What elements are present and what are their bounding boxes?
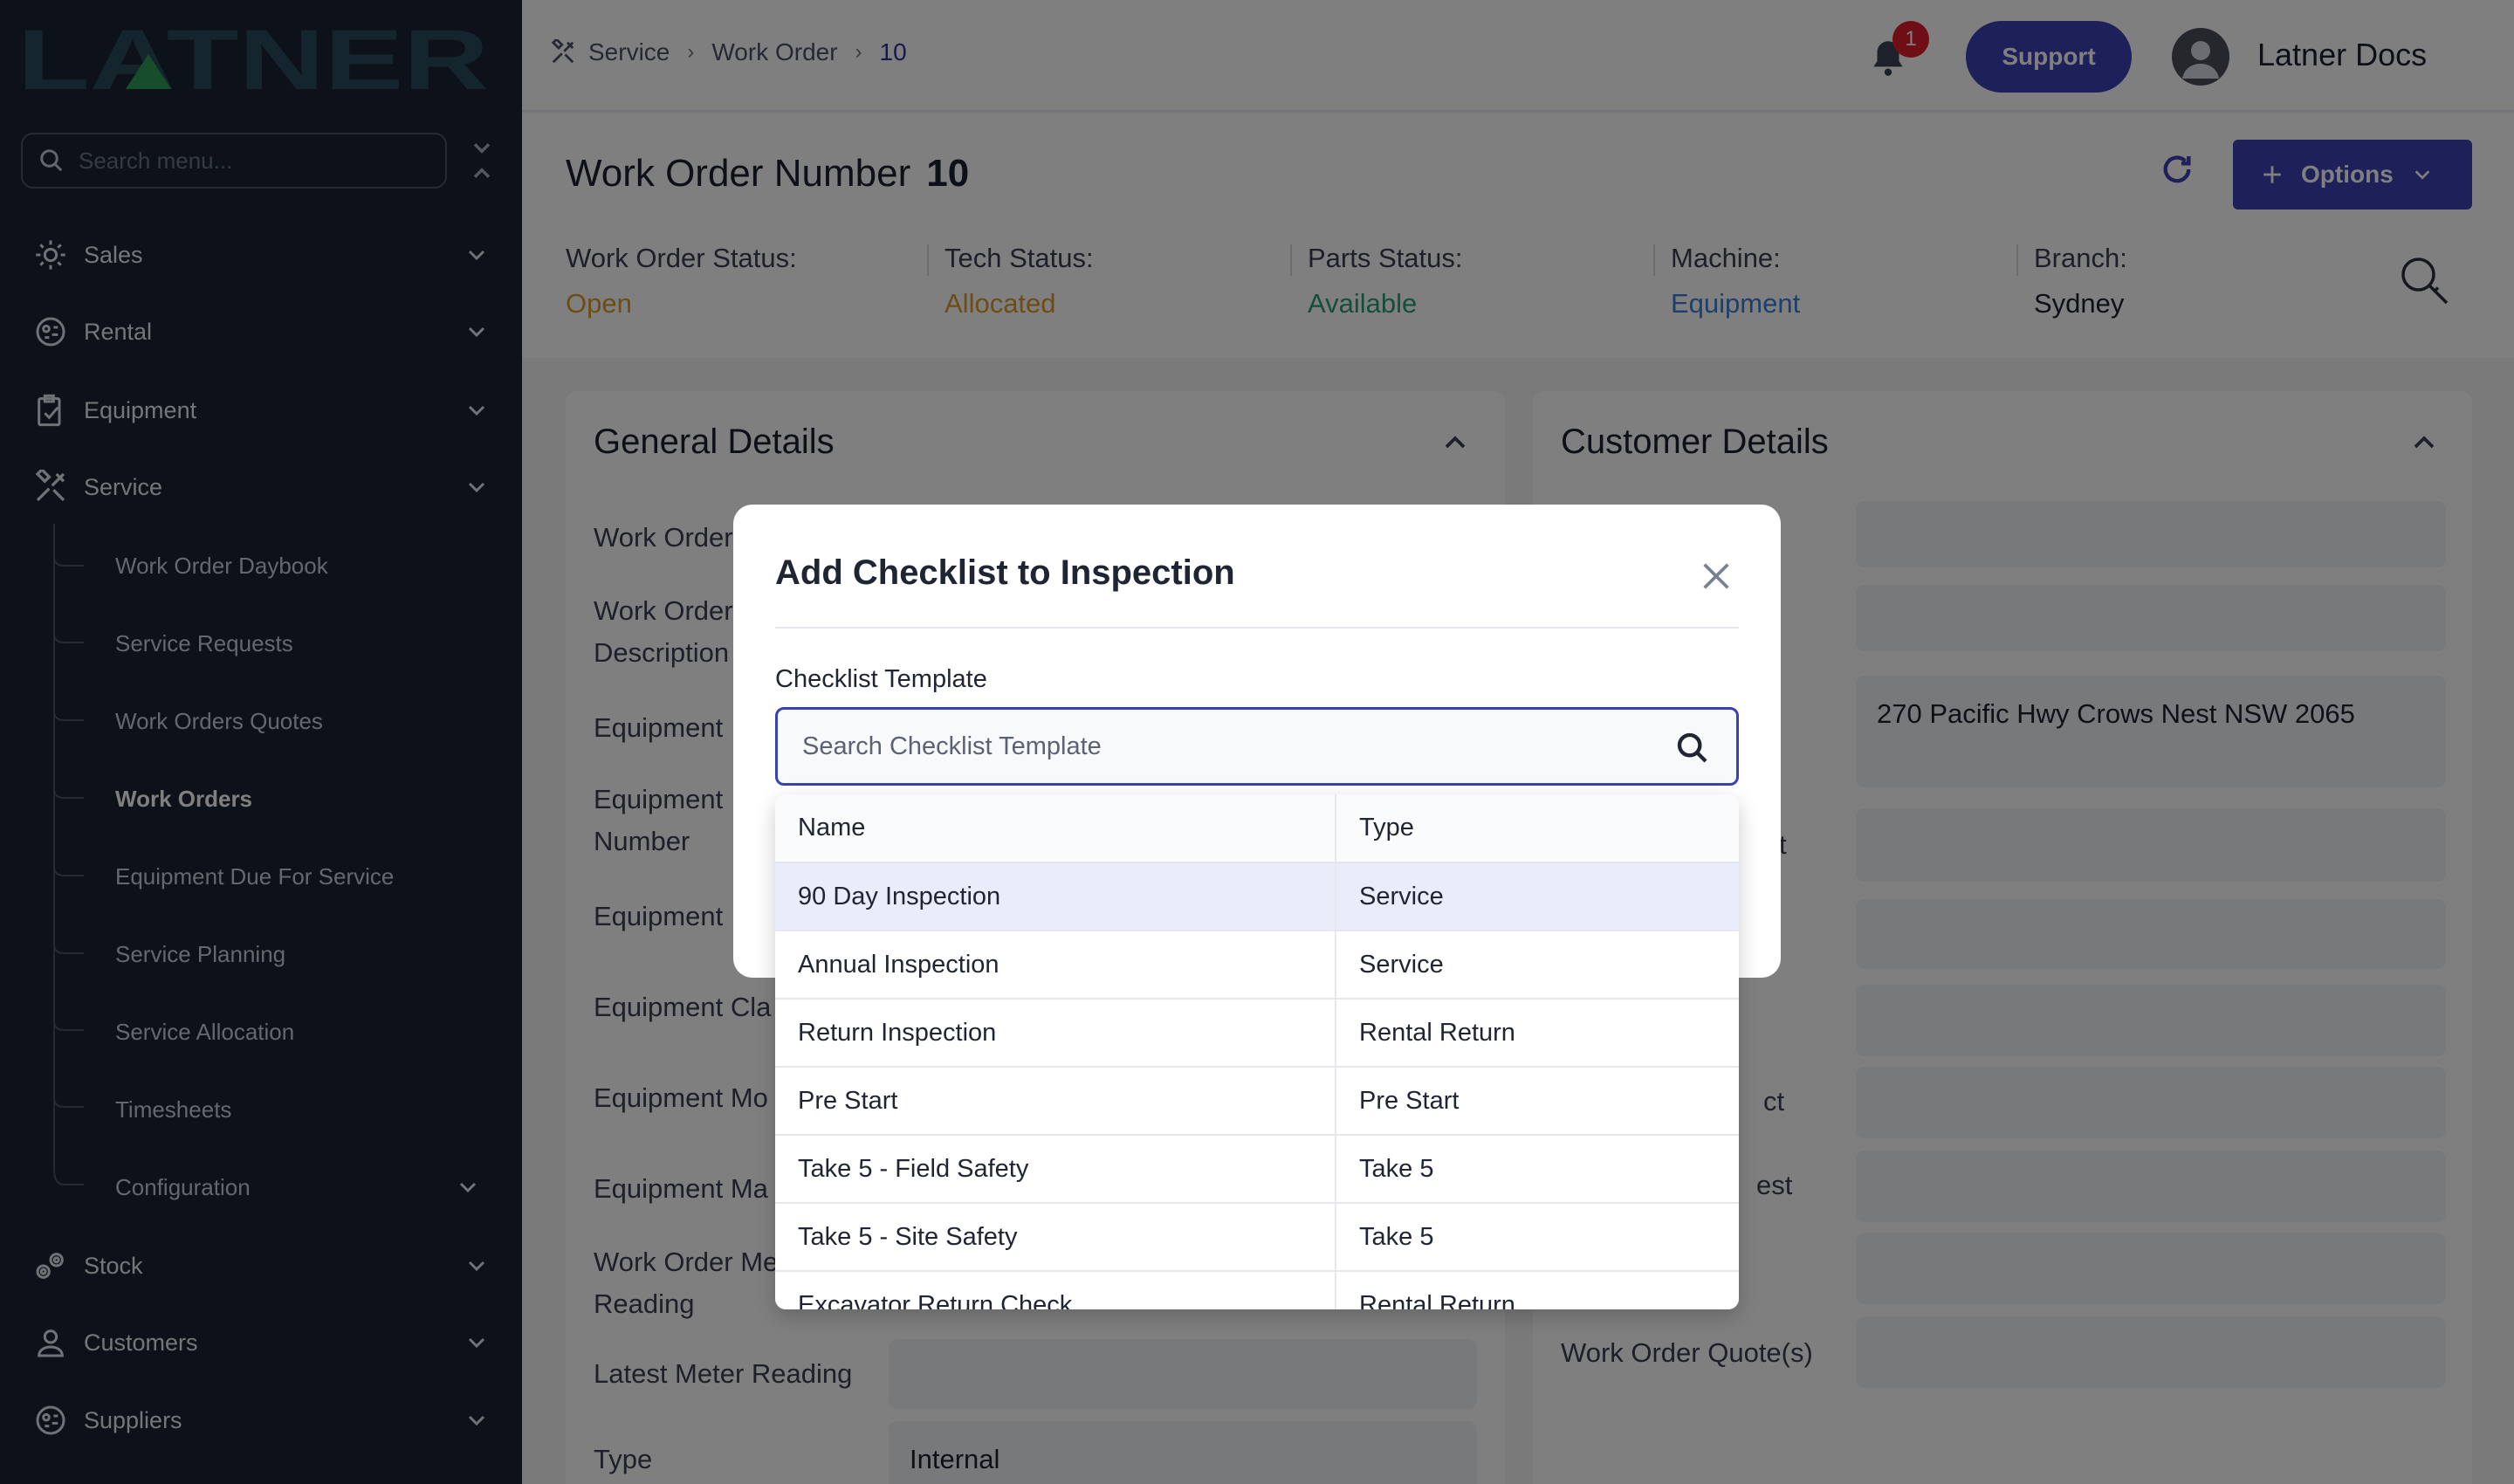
divider <box>775 627 1739 629</box>
table-row[interactable]: Take 5 - Site Safety Take 5 <box>775 1203 1739 1272</box>
row-type: Pre Start <box>1336 1067 1739 1136</box>
checklist-template-dropdown[interactable]: Name Type 90 Day Inspection Service Annua… <box>775 794 1739 1309</box>
row-name: Pre Start <box>775 1067 1336 1136</box>
checklist-template-label: Checklist Template <box>775 665 987 693</box>
row-name: Take 5 - Field Safety <box>775 1135 1336 1204</box>
table-row[interactable]: Take 5 - Field Safety Take 5 <box>775 1135 1739 1204</box>
modal-title: Add Checklist to Inspection <box>775 553 1235 592</box>
row-type: Take 5 <box>1336 1203 1739 1272</box>
row-type: Take 5 <box>1336 1135 1739 1204</box>
checklist-template-input[interactable] <box>802 732 1640 761</box>
table-row[interactable]: Annual Inspection Service <box>775 931 1739 1000</box>
close-icon[interactable] <box>1699 559 1734 594</box>
column-header-name: Name <box>775 794 1336 863</box>
table-row[interactable]: Excavator Return Check Rental Return <box>775 1271 1739 1309</box>
table-row[interactable]: 90 Day Inspection Service <box>775 862 1739 931</box>
checklist-template-table: Name Type 90 Day Inspection Service Annua… <box>775 794 1739 1309</box>
row-name: Excavator Return Check <box>775 1271 1336 1309</box>
row-type: Rental Return <box>1336 1271 1739 1309</box>
row-type: Service <box>1336 931 1739 1000</box>
row-type: Rental Return <box>1336 999 1739 1068</box>
row-name: Annual Inspection <box>775 931 1336 1000</box>
row-name: Take 5 - Site Safety <box>775 1203 1336 1272</box>
row-name: Return Inspection <box>775 999 1336 1068</box>
column-header-type: Type <box>1336 794 1739 863</box>
search-icon[interactable] <box>1675 731 1710 766</box>
table-row[interactable]: Return Inspection Rental Return <box>775 999 1739 1068</box>
table-header-row: Name Type <box>775 794 1739 863</box>
row-name: 90 Day Inspection <box>775 862 1336 931</box>
checklist-template-search[interactable] <box>775 707 1739 786</box>
row-type: Service <box>1336 862 1739 931</box>
table-row[interactable]: Pre Start Pre Start <box>775 1067 1739 1136</box>
